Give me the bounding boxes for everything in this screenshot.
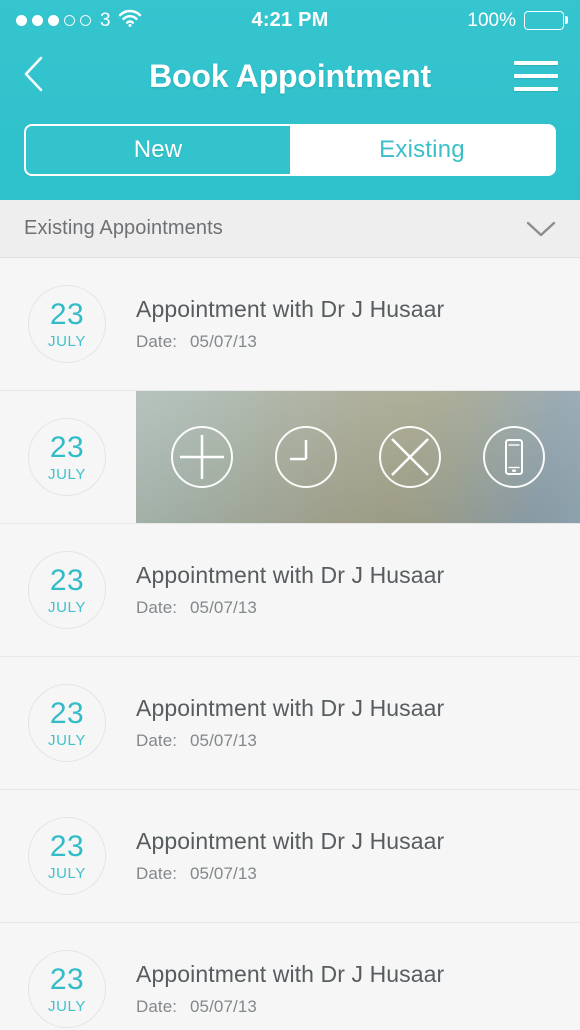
signal-dot-filled: [48, 14, 59, 26]
battery-icon: [524, 10, 568, 30]
close-x-icon: [389, 436, 431, 478]
segmented-control: New Existing: [24, 124, 556, 176]
back-button[interactable]: [22, 54, 66, 98]
appointment-title: Appointment with Dr J Husaar: [136, 562, 445, 589]
appointment-title: Appointment with Dr J Husaar: [136, 828, 445, 855]
appointment-title: Appointment with Dr J Husaar: [136, 695, 445, 722]
date-month: JULY: [48, 997, 86, 1015]
appointment-title: Appointment with Dr J Husaar: [136, 296, 445, 323]
appointment-date: Date: 05/07/13: [136, 864, 444, 884]
date-day: 23: [49, 563, 85, 597]
table-row[interactable]: 23 JULY Appointment with Dr J Husaar Dat…: [0, 923, 580, 1030]
date-label: Date:: [136, 730, 178, 750]
row-action-panel: [136, 391, 580, 523]
signal-dot-empty: [64, 14, 75, 26]
appointment-date: Date: 05/07/13: [136, 598, 444, 618]
status-bar: 3 4:21 PM 100%: [0, 0, 580, 40]
existing-appointments-section-header[interactable]: Existing Appointments: [0, 200, 580, 258]
date-month: JULY: [48, 598, 86, 616]
date-month: JULY: [48, 332, 86, 350]
row-text: Appointment with Dr J Husaar Date: 05/07…: [136, 828, 444, 884]
date-badge: 23 JULY: [28, 817, 106, 895]
date-value: 05/07/13: [189, 597, 257, 617]
mobile-phone-icon: [501, 438, 527, 476]
header-area: 3 4:21 PM 100% Book Appointment New Exis…: [0, 0, 580, 200]
battery-nub: [565, 16, 568, 24]
tab-existing[interactable]: Existing: [290, 126, 554, 174]
date-value: 05/07/13: [189, 863, 257, 883]
navigation-bar: Book Appointment: [0, 40, 580, 112]
date-label: Date:: [136, 331, 178, 351]
date-badge: 23 JULY: [28, 551, 106, 629]
table-row[interactable]: 23 JULY Appointment with Dr J Husaar Dat…: [0, 258, 580, 391]
appointment-screen: 3 4:21 PM 100% Book Appointment New Exis…: [0, 0, 580, 1030]
add-appointment-action[interactable]: [171, 426, 233, 488]
date-day: 23: [49, 297, 85, 331]
status-bar-right: 100%: [467, 9, 568, 31]
clock-icon: [286, 437, 326, 477]
appointment-date: Date: 05/07/13: [136, 332, 444, 352]
section-title: Existing Appointments: [24, 217, 223, 239]
date-value: 05/07/13: [189, 331, 257, 351]
appointment-date: Date: 05/07/13: [136, 997, 444, 1017]
cancel-appointment-action[interactable]: [379, 426, 441, 488]
battery-percentage: 100%: [467, 9, 516, 31]
signal-dot-empty: [80, 14, 91, 26]
appointment-date: Date: 05/07/13: [136, 731, 444, 751]
date-badge: 23 JULY: [28, 418, 106, 496]
chevron-down-icon[interactable]: [526, 220, 556, 238]
date-month: JULY: [48, 465, 86, 483]
date-label: Date:: [136, 597, 178, 617]
date-value: 05/07/13: [189, 730, 257, 750]
date-day: 23: [49, 962, 85, 996]
date-month: JULY: [48, 864, 86, 882]
appointments-list: 23 JULY Appointment with Dr J Husaar Dat…: [0, 258, 580, 1030]
row-text: Appointment with Dr J Husaar Date: 05/07…: [136, 961, 444, 1017]
date-value: 05/07/13: [189, 996, 257, 1016]
wifi-icon: [118, 9, 142, 32]
date-month: JULY: [48, 731, 86, 749]
carrier-label: 3: [100, 9, 111, 31]
row-text: Appointment with Dr J Husaar Date: 05/07…: [136, 296, 444, 352]
date-day: 23: [49, 696, 85, 730]
chevron-left-icon: [22, 55, 46, 98]
row-text: Appointment with Dr J Husaar Date: 05/07…: [136, 695, 444, 751]
date-badge: 23 JULY: [28, 684, 106, 762]
table-row[interactable]: 23 JULY Appointment with Dr J Husaar Dat…: [0, 657, 580, 790]
signal-dot-filled: [16, 14, 27, 26]
table-row[interactable]: 23 JULY Appointment with Dr J Husaar Dat…: [0, 790, 580, 923]
row-text: Appointment with Dr J Husaar Date: 05/07…: [136, 562, 444, 618]
appointment-title: Appointment with Dr J Husaar: [136, 961, 445, 988]
signal-strength-dots: [16, 14, 91, 26]
menu-line: [514, 74, 558, 78]
date-badge: 23 JULY: [28, 285, 106, 363]
call-appointment-action[interactable]: [483, 426, 545, 488]
status-bar-left: 3: [16, 9, 142, 32]
menu-line: [514, 87, 558, 91]
reschedule-appointment-action[interactable]: [275, 426, 337, 488]
plus-icon: [179, 434, 225, 480]
signal-dot-filled: [32, 14, 43, 26]
date-label: Date:: [136, 996, 178, 1016]
page-title: Book Appointment: [149, 57, 431, 94]
date-badge: 23 JULY: [28, 950, 106, 1028]
table-row-swiped-open[interactable]: 23 JULY: [0, 391, 580, 524]
table-row[interactable]: 23 JULY Appointment with Dr J Husaar Dat…: [0, 524, 580, 657]
date-label: Date:: [136, 863, 178, 883]
hamburger-menu-icon[interactable]: [514, 56, 558, 96]
date-day: 23: [49, 829, 85, 863]
menu-line: [514, 61, 558, 65]
date-day: 23: [49, 430, 85, 464]
tab-new[interactable]: New: [26, 126, 290, 174]
